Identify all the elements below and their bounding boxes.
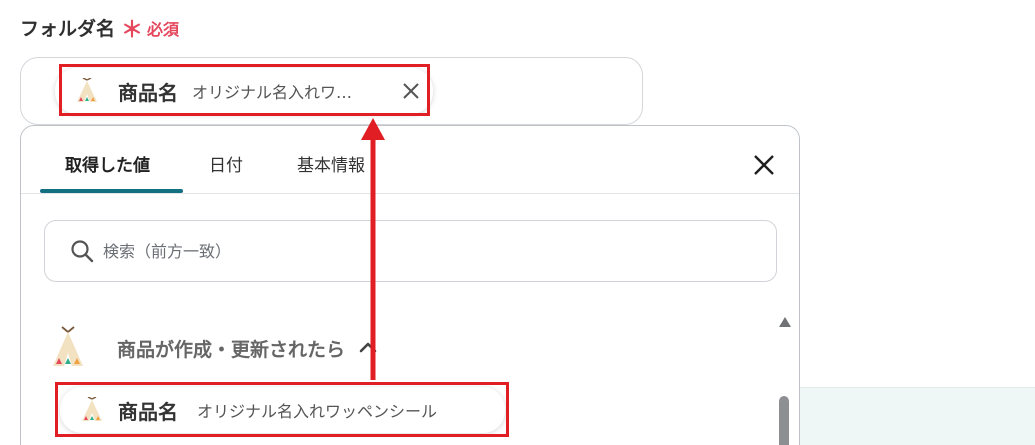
highlight-box-source xyxy=(55,382,509,437)
close-icon[interactable] xyxy=(752,153,776,177)
required-text: 必須 xyxy=(147,19,180,39)
required-mark: ＊ xyxy=(121,17,144,43)
dropdown-scrollbar[interactable] xyxy=(776,315,794,445)
group-title: 商品が作成・更新されたら xyxy=(117,338,346,361)
tab-acquired-values[interactable]: 取得した値 xyxy=(65,151,150,176)
tab-bar: 取得した値 日付 基本情報 xyxy=(21,126,799,194)
teepee-icon xyxy=(53,326,83,366)
scroll-up-arrow-icon[interactable] xyxy=(779,317,791,327)
trigger-group-header[interactable]: 商品が作成・更新されたら xyxy=(51,324,411,372)
search-box xyxy=(44,220,777,282)
field-label-text: フォルダ名 xyxy=(20,18,116,40)
background-panel xyxy=(800,387,1035,445)
search-icon xyxy=(71,240,94,263)
tab-basic-info[interactable]: 基本情報 xyxy=(297,151,365,176)
scroll-thumb[interactable] xyxy=(779,396,789,445)
active-tab-indicator xyxy=(40,189,183,193)
chevron-up-icon[interactable] xyxy=(357,337,379,359)
tab-date[interactable]: 日付 xyxy=(209,151,243,176)
search-input[interactable] xyxy=(103,241,703,261)
field-label: フォルダ名 ＊ 必須 xyxy=(20,14,179,41)
highlight-box-selected xyxy=(59,64,430,116)
